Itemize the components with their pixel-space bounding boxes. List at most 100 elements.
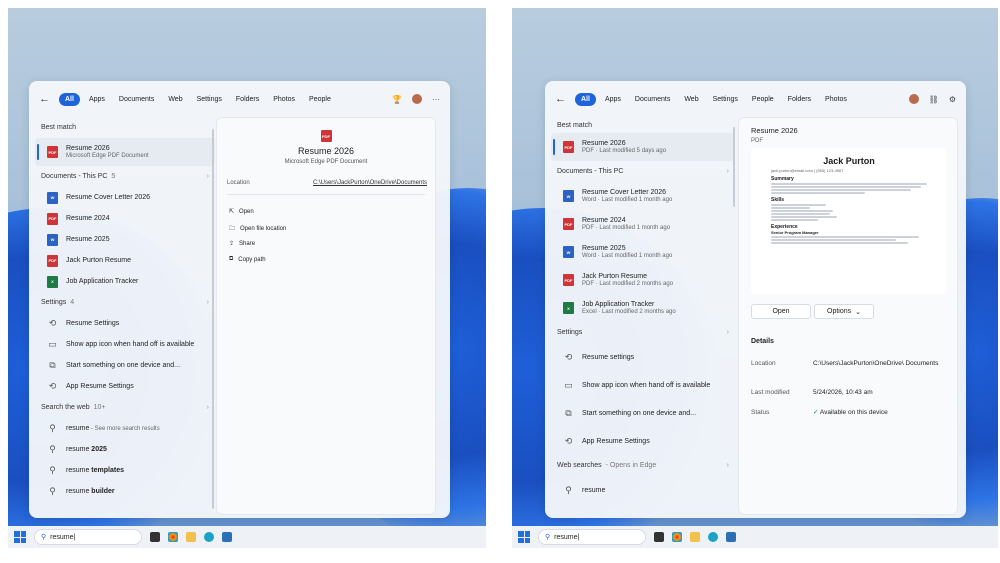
list-item[interactable]: PDF Jack Purton Resume	[35, 250, 215, 271]
tab-photos[interactable]: Photos	[820, 93, 852, 106]
store-icon[interactable]	[726, 532, 736, 542]
share-action[interactable]: ⇪ Share	[229, 240, 255, 248]
task-view-icon[interactable]	[654, 532, 664, 542]
web-item[interactable]: ⚲ resume 2025	[35, 439, 215, 460]
windows-logo-icon[interactable]	[14, 531, 26, 543]
file-explorer-icon[interactable]	[186, 532, 196, 542]
tab-web[interactable]: Web	[679, 93, 703, 106]
trophy-icon[interactable]: 🏆	[392, 95, 402, 104]
taskbar-search-input[interactable]: ⚲ resume|	[538, 529, 646, 545]
tab-documents[interactable]: Documents	[114, 93, 159, 106]
tab-folders[interactable]: Folders	[783, 93, 816, 106]
scrollbar[interactable]	[212, 129, 214, 509]
search-icon: ⚲	[41, 534, 47, 541]
detail-type: PDF	[751, 138, 763, 144]
task-view-icon[interactable]	[150, 532, 160, 542]
avatar[interactable]	[908, 94, 919, 104]
copy-path-action[interactable]: ⧉ Copy path	[229, 256, 266, 263]
list-item[interactable]: ⟲ Resume settings	[551, 343, 735, 371]
section-settings[interactable]: Settings ›	[551, 322, 735, 343]
preview-role: Senior Program Manager	[771, 230, 819, 235]
options-button[interactable]: Options ⌄	[814, 304, 874, 319]
detail-title: Resume 2026	[297, 146, 355, 156]
back-arrow-icon[interactable]: ←	[555, 93, 571, 105]
tab-photos[interactable]: Photos	[268, 93, 300, 106]
search-panel: ← All Apps Documents Web Settings Folder…	[29, 81, 450, 518]
edge-icon[interactable]	[708, 532, 718, 542]
link-icon[interactable]: ⛓	[929, 95, 939, 104]
copilot-icon[interactable]	[672, 532, 682, 542]
section-best-match: Best match	[41, 124, 77, 131]
chevron-right-icon: ›	[726, 329, 729, 336]
chevron-right-icon: ›	[726, 168, 729, 175]
list-item[interactable]: X Job Application Tracker Excel · Last mod…	[551, 294, 735, 322]
word-icon: W	[563, 246, 574, 258]
word-icon: W	[47, 233, 58, 246]
tab-all[interactable]: All	[59, 92, 80, 106]
taskbar: ⚲ resume|	[512, 526, 998, 548]
tab-apps[interactable]: Apps	[600, 93, 626, 106]
store-icon[interactable]	[222, 532, 232, 542]
avatar[interactable]	[412, 94, 422, 104]
list-item[interactable]: ⟲ App Resume Settings	[551, 427, 735, 455]
list-item[interactable]: PDF Jack Purton Resume PDF · Last modified…	[551, 266, 735, 294]
tab-folders[interactable]: Folders	[231, 93, 264, 106]
list-item[interactable]: W Resume 2025 Word · Last modified 1 month…	[551, 238, 735, 266]
word-icon: W	[47, 191, 58, 204]
web-item[interactable]: ⚲ resume templates	[35, 460, 215, 481]
detail-title: Resume 2026	[751, 126, 798, 135]
list-item[interactable]: ⟲ App Resume Settings	[35, 376, 215, 397]
open-action[interactable]: ⇱ Open	[229, 208, 254, 216]
list-item[interactable]: ▭ Show app icon when hand off is availabl…	[551, 371, 735, 399]
filter-bar: ← All Apps Documents Web Settings People…	[545, 89, 966, 109]
tab-people[interactable]: People	[304, 93, 336, 106]
scrollbar[interactable]	[733, 127, 735, 207]
list-item[interactable]: PDF Resume 2024	[35, 208, 215, 229]
section-search-web[interactable]: Search the web 10+ ›	[35, 397, 215, 418]
taskbar-search-input[interactable]: ⚲ resume|	[34, 529, 142, 545]
location-row: Location C:\Users\JackPurton\OneDrive\Do…	[227, 180, 427, 186]
web-item[interactable]: ⚲ resume	[551, 476, 735, 504]
open-external-icon: ⇱	[229, 209, 235, 215]
list-item[interactable]: W Resume Cover Letter 2026 Word · Last mod…	[551, 182, 735, 210]
edge-icon[interactable]	[204, 532, 214, 542]
list-item[interactable]: ⧉ Start something on one device and...	[35, 355, 215, 376]
gear-icon[interactable]: ⚙	[949, 95, 956, 104]
more-icon[interactable]: ···	[432, 95, 440, 104]
list-item[interactable]: W Resume 2025	[35, 229, 215, 250]
best-match-item[interactable]: PDF Resume 2026 PDF · Last modified 5 day…	[551, 133, 735, 161]
open-location-action[interactable]: 🗀 Open file location	[229, 224, 286, 234]
list-item[interactable]: ⧉ Start something on one device and...	[551, 399, 735, 427]
open-button[interactable]: Open	[751, 304, 811, 319]
section-documents[interactable]: Documents - This PC 5 ›	[35, 166, 215, 187]
pdf-icon: PDF	[563, 274, 574, 286]
file-explorer-icon[interactable]	[690, 532, 700, 542]
list-item[interactable]: ▭ Show app icon when hand off is availabl…	[35, 334, 215, 355]
web-item[interactable]: ⚲ resume - See more search results	[35, 418, 215, 439]
location-row: Location C:\Users\JackPurton\OneDrive\ Do…	[751, 360, 939, 367]
settings-refresh-icon: ⟲	[564, 351, 573, 362]
tab-all[interactable]: All	[575, 92, 596, 106]
search-icon: ⚲	[49, 465, 56, 475]
tab-settings[interactable]: Settings	[192, 93, 227, 106]
web-item[interactable]: ⚲ resume builder	[35, 481, 215, 502]
back-arrow-icon[interactable]: ←	[39, 93, 55, 105]
list-item[interactable]: ⟲ Resume Settings	[35, 313, 215, 334]
list-item[interactable]: PDF Resume 2024 PDF · Last modified 1 mont…	[551, 210, 735, 238]
tab-apps[interactable]: Apps	[84, 93, 110, 106]
document-preview[interactable]: Jack Purton jack.purton@email.com | (555…	[751, 148, 947, 294]
location-link[interactable]: C:\Users\JackPurton\OneDrive\Documents	[313, 180, 427, 186]
copilot-icon[interactable]	[168, 532, 178, 542]
tab-people[interactable]: People	[747, 93, 779, 106]
section-web-searches[interactable]: Web searches - Opens in Edge ›	[551, 455, 735, 476]
tab-settings[interactable]: Settings	[708, 93, 743, 106]
list-item[interactable]: X Job Application Tracker	[35, 271, 215, 292]
windows-logo-icon[interactable]	[518, 531, 530, 543]
list-item[interactable]: W Resume Cover Letter 2026	[35, 187, 215, 208]
tab-documents[interactable]: Documents	[630, 93, 675, 106]
section-documents[interactable]: Documents - This PC ›	[551, 161, 735, 182]
section-settings[interactable]: Settings 4 ›	[35, 292, 215, 313]
best-match-item[interactable]: PDF Resume 2026 Microsoft Edge PDF Docum…	[35, 138, 215, 166]
tab-web[interactable]: Web	[163, 93, 187, 106]
copy-icon: ⧉	[229, 256, 234, 262]
